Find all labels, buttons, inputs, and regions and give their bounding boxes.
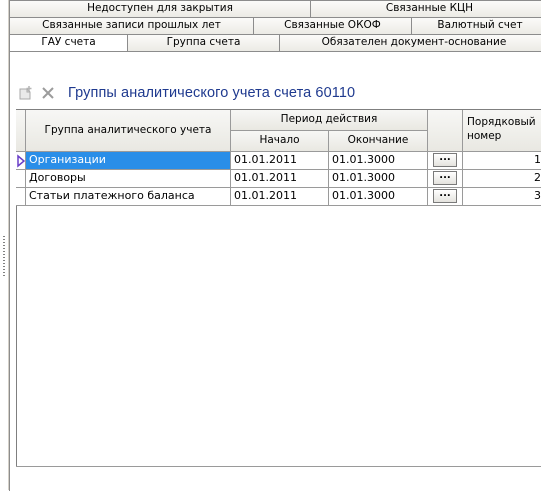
cell-group[interactable]: Статьи платежного баланса <box>26 188 231 206</box>
tab-currency-account[interactable]: Валютный счет <box>411 17 541 34</box>
ellipsis-button[interactable]: ... <box>433 171 457 185</box>
cell-end[interactable]: 01.01.3000 <box>329 152 428 170</box>
cell-button: ... <box>428 170 463 188</box>
cell-group[interactable]: Договоры <box>26 170 231 188</box>
grid-bottom-border <box>16 466 541 467</box>
tab-linked-kcn[interactable]: Связанные КЦН <box>310 0 541 17</box>
add-document-icon[interactable] <box>18 85 34 101</box>
tab-required-base-document[interactable]: Обязателен документ-основание <box>279 34 541 51</box>
row-indicator <box>16 188 26 206</box>
grid-left-border <box>16 206 17 466</box>
tab-gau-account[interactable]: ГАУ счета <box>9 34 127 51</box>
cell-button: ... <box>428 188 463 206</box>
cell-end[interactable]: 01.01.3000 <box>329 188 428 206</box>
cell-end[interactable]: 01.01.3000 <box>329 170 428 188</box>
current-row-arrow-icon <box>17 154 25 168</box>
tab-linked-prior-year-records[interactable]: Связанные записи прошлых лет <box>9 17 253 34</box>
grid-title: Группы аналитического учета счета 60110 <box>68 85 356 101</box>
cell-button: ... <box>428 152 463 170</box>
ellipsis-button[interactable]: ... <box>433 189 457 203</box>
cell-order[interactable]: 3 <box>463 188 541 206</box>
left-splitter[interactable] <box>0 0 9 490</box>
tab-row-1: Недоступен для закрытия Связанные КЦН <box>9 0 541 17</box>
cell-start[interactable]: 01.01.2011 <box>231 170 329 188</box>
ellipsis-button[interactable]: ... <box>433 153 457 167</box>
row-indicator-header <box>16 110 26 152</box>
tab-account-group[interactable]: Группа счета <box>127 34 279 51</box>
tab-not-available-for-closing[interactable]: Недоступен для закрытия <box>9 0 310 17</box>
row-indicator <box>16 170 26 188</box>
tab-row-3: ГАУ счета Группа счета Обязателен докуме… <box>9 34 541 51</box>
header-order[interactable]: Порядковый номер <box>463 110 541 152</box>
header-start[interactable]: Начало <box>231 131 329 152</box>
header-group[interactable]: Группа аналитического учета <box>26 110 231 152</box>
cell-order[interactable]: 2 <box>463 170 541 188</box>
cell-start[interactable]: 01.01.2011 <box>231 188 329 206</box>
cell-order[interactable]: 1 <box>463 152 541 170</box>
header-button-column <box>428 110 463 152</box>
cell-start[interactable]: 01.01.2011 <box>231 152 329 170</box>
row-indicator <box>16 152 26 170</box>
tab-row-2: Связанные записи прошлых лет Связанные О… <box>9 17 541 34</box>
header-period: Период действия <box>231 110 428 131</box>
header-end[interactable]: Окончание <box>329 131 428 152</box>
cell-group[interactable]: Организации <box>26 152 231 170</box>
tab-linked-okof[interactable]: Связанные ОКОФ <box>253 17 411 34</box>
delete-x-icon[interactable] <box>40 85 56 101</box>
grid-toolbar: Группы аналитического учета счета 60110 <box>18 83 355 103</box>
splitter-grip[interactable] <box>3 236 5 276</box>
